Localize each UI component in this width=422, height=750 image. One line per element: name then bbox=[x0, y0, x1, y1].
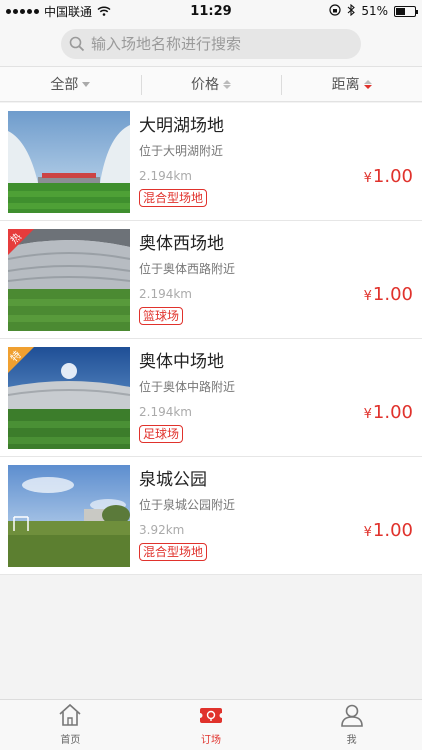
ticket-icon bbox=[198, 708, 224, 723]
wifi-icon bbox=[97, 6, 111, 16]
price-value: 1.00 bbox=[372, 284, 413, 305]
venue-distance: 2.194km bbox=[139, 287, 192, 301]
venue-image: 特 bbox=[8, 347, 130, 449]
venue-location: 位于奥体西路附近 bbox=[139, 262, 236, 276]
search-box[interactable] bbox=[61, 29, 361, 59]
venue-item[interactable]: 泉城公园 位于泉城公园附近 3.92km 混合型场地 ¥1.00 bbox=[0, 457, 422, 575]
tab-me-label: 我 bbox=[346, 735, 357, 746]
search-icon bbox=[69, 36, 85, 52]
venue-location: 位于大明湖附近 bbox=[139, 144, 224, 158]
venue-type-tag: 混合型场地 bbox=[139, 543, 208, 561]
tab-home-label: 首页 bbox=[60, 735, 81, 746]
venue-price: ¥1.00 bbox=[364, 284, 413, 305]
venue-distance: 3.92km bbox=[139, 523, 185, 537]
venue-item[interactable]: 特 奥体中场地 位于奥体中路附近 2.194km 足球场 ¥1.00 bbox=[0, 339, 422, 457]
venue-image: 热 bbox=[8, 229, 130, 331]
currency-symbol: ¥ bbox=[363, 407, 372, 422]
venue-distance: 2.194km bbox=[139, 405, 192, 419]
price-value: 1.00 bbox=[372, 520, 413, 541]
user-icon bbox=[340, 704, 363, 727]
rotation-lock-icon bbox=[329, 3, 341, 19]
battery-percent: 51% bbox=[361, 4, 388, 18]
venue-type-tag: 混合型场地 bbox=[139, 189, 208, 207]
venue-name: 奥体西场地 bbox=[139, 234, 224, 254]
venue-price: ¥1.00 bbox=[364, 402, 413, 423]
currency-symbol: ¥ bbox=[363, 171, 372, 186]
price-value: 1.00 bbox=[372, 166, 413, 187]
filter-all[interactable]: 全部 bbox=[0, 67, 141, 101]
venue-item[interactable]: 热 奥体西场地 位于奥体西路附近 2.194km 篮球场 ¥1.00 bbox=[0, 221, 422, 339]
venue-image bbox=[8, 111, 130, 213]
venue-type-tag: 篮球场 bbox=[139, 307, 184, 325]
tab-home[interactable]: 首页 bbox=[0, 700, 141, 750]
battery-icon bbox=[394, 5, 418, 17]
status-bar: 中国联通 11:29 51% bbox=[0, 0, 422, 22]
venue-price: ¥1.00 bbox=[364, 166, 413, 187]
price-value: 1.00 bbox=[372, 402, 413, 423]
sort-desc-icon bbox=[363, 79, 372, 89]
search-input[interactable] bbox=[91, 35, 351, 53]
filter-price-label: 价格 bbox=[191, 77, 219, 93]
venue-name: 泉城公园 bbox=[139, 470, 207, 490]
filter-all-label: 全部 bbox=[50, 77, 79, 93]
venue-image bbox=[8, 465, 130, 567]
bluetooth-icon bbox=[347, 3, 356, 19]
venue-item[interactable]: 大明湖场地 位于大明湖附近 2.194km 混合型场地 ¥1.00 bbox=[0, 103, 422, 221]
venue-name: 奥体中场地 bbox=[139, 352, 224, 372]
home-icon bbox=[59, 703, 81, 726]
carrier-label: 中国联通 bbox=[44, 4, 93, 19]
venue-price: ¥1.00 bbox=[364, 520, 413, 541]
filter-bar: 全部 价格 距离 bbox=[0, 66, 422, 102]
filter-distance-label: 距离 bbox=[331, 77, 360, 93]
tab-me[interactable]: 我 bbox=[281, 700, 422, 750]
venue-type-tag: 足球场 bbox=[139, 425, 184, 443]
tab-bar: 首页 订场 我 bbox=[0, 699, 422, 750]
tab-booking[interactable]: 订场 bbox=[141, 700, 282, 750]
tab-booking-label: 订场 bbox=[201, 735, 221, 746]
search-area bbox=[0, 22, 422, 66]
chevron-down-icon bbox=[82, 81, 91, 87]
signal-icon bbox=[6, 8, 39, 14]
venue-distance: 2.194km bbox=[139, 169, 192, 183]
filter-distance[interactable]: 距离 bbox=[281, 67, 422, 101]
venue-name: 大明湖场地 bbox=[139, 116, 224, 136]
filter-price[interactable]: 价格 bbox=[140, 67, 282, 101]
currency-symbol: ¥ bbox=[363, 525, 372, 540]
sort-icon bbox=[223, 79, 231, 89]
currency-symbol: ¥ bbox=[363, 289, 372, 304]
venue-location: 位于泉城公园附近 bbox=[139, 498, 236, 512]
venue-list: 大明湖场地 位于大明湖附近 2.194km 混合型场地 ¥1.00 热 奥体西场… bbox=[0, 103, 422, 575]
venue-location: 位于奥体中路附近 bbox=[139, 380, 236, 394]
